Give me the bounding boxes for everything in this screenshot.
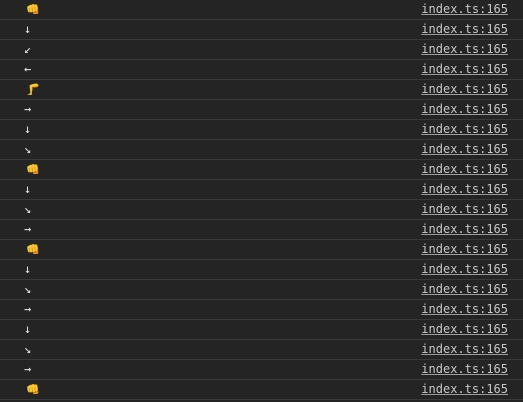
console-row: ↘ index.ts:165 <box>0 280 523 300</box>
console-row: ↓ index.ts:165 <box>0 320 523 340</box>
console-row: 👊 index.ts:165 <box>0 160 523 180</box>
source-link[interactable]: index.ts:165 <box>421 80 508 99</box>
arrow-down-icon: ↓ <box>24 122 32 136</box>
arrow-down-icon: ↓ <box>24 262 32 276</box>
leg-icon: 🦵 <box>26 83 40 96</box>
fist-icon: 👊 <box>26 3 40 16</box>
console-row: 🦵 index.ts:165 <box>0 80 523 100</box>
console-row: ↓ index.ts:165 <box>0 180 523 200</box>
console-row: ← index.ts:165 <box>0 60 523 80</box>
console-row: ↓ index.ts:165 <box>0 260 523 280</box>
arrow-down-icon: ↓ <box>24 182 32 196</box>
console-row: 👊 index.ts:165 <box>0 0 523 20</box>
arrow-right-icon: → <box>24 362 32 376</box>
source-link[interactable]: index.ts:165 <box>421 280 508 299</box>
console-row: ↓ index.ts:165 <box>0 20 523 40</box>
source-link[interactable]: index.ts:165 <box>421 180 508 199</box>
arrow-down-right-icon: ↘ <box>24 282 32 296</box>
source-link[interactable]: index.ts:165 <box>421 60 508 79</box>
console-row: 👊 index.ts:165 <box>0 380 523 400</box>
source-link[interactable]: index.ts:165 <box>421 260 508 279</box>
console-row: → index.ts:165 <box>0 300 523 320</box>
source-link[interactable]: index.ts:165 <box>421 100 508 119</box>
arrow-right-icon: → <box>24 222 32 236</box>
console-row: ↘ index.ts:165 <box>0 200 523 220</box>
arrow-right-icon: → <box>24 302 32 316</box>
fist-icon: 👊 <box>26 163 40 176</box>
source-link[interactable]: index.ts:165 <box>421 20 508 39</box>
arrow-down-right-icon: ↘ <box>24 202 32 216</box>
source-link[interactable]: index.ts:165 <box>421 300 508 319</box>
console-row: → index.ts:165 <box>0 100 523 120</box>
console-row: ↘ index.ts:165 <box>0 340 523 360</box>
arrow-down-left-icon: ↙ <box>24 42 32 56</box>
arrow-down-right-icon: ↘ <box>24 342 32 356</box>
source-link[interactable]: index.ts:165 <box>421 240 508 259</box>
source-link[interactable]: index.ts:165 <box>421 320 508 339</box>
arrow-down-icon: ↓ <box>24 22 32 36</box>
source-link[interactable]: index.ts:165 <box>421 220 508 239</box>
source-link[interactable]: index.ts:165 <box>421 120 508 139</box>
source-link[interactable]: index.ts:165 <box>421 40 508 59</box>
source-link[interactable]: index.ts:165 <box>421 160 508 179</box>
arrow-left-icon: ← <box>24 62 32 76</box>
console-row: ↘ index.ts:165 <box>0 140 523 160</box>
scrollbar[interactable] <box>517 0 523 402</box>
arrow-right-icon: → <box>24 102 32 116</box>
arrow-down-icon: ↓ <box>24 322 32 336</box>
source-link[interactable]: index.ts:165 <box>421 340 508 359</box>
console-row: ↓ index.ts:165 <box>0 120 523 140</box>
arrow-down-right-icon: ↘ <box>24 142 32 156</box>
fist-icon: 👊 <box>26 243 40 256</box>
console-row: → index.ts:165 <box>0 360 523 380</box>
fist-icon: 👊 <box>26 383 40 396</box>
source-link[interactable]: index.ts:165 <box>421 360 508 379</box>
source-link[interactable]: index.ts:165 <box>421 140 508 159</box>
console-row: → index.ts:165 <box>0 220 523 240</box>
source-link[interactable]: index.ts:165 <box>421 0 508 19</box>
source-link[interactable]: index.ts:165 <box>421 200 508 219</box>
source-link[interactable]: index.ts:165 <box>421 380 508 399</box>
console-row: 👊 index.ts:165 <box>0 240 523 260</box>
console-log-list: 👊 index.ts:165 ↓ index.ts:165 ↙ index.ts… <box>0 0 523 402</box>
console-row: ↙ index.ts:165 <box>0 40 523 60</box>
